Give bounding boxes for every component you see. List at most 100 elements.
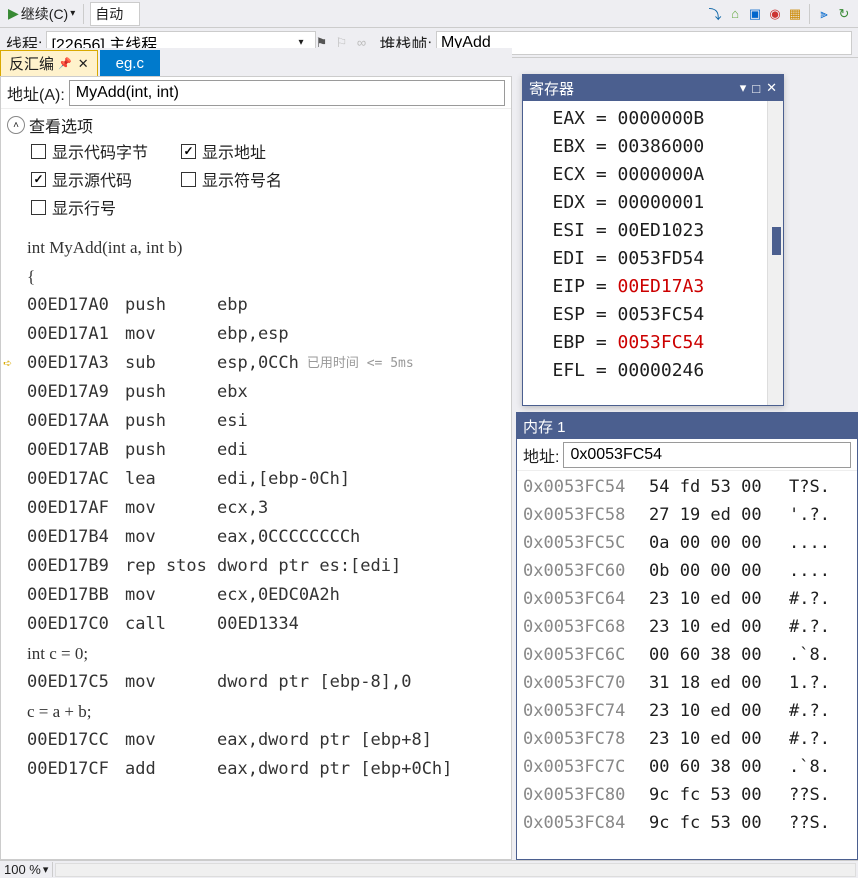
opt-show-source[interactable]: 显示源代码	[31, 167, 181, 191]
opt-show-address[interactable]: 显示地址	[181, 139, 331, 163]
memory-row[interactable]: 0x0053FC80 9c fc 53 00 ??S.	[523, 781, 851, 809]
memory-row[interactable]: 0x0053FC84 9c fc 53 00 ??S.	[523, 809, 851, 837]
memory-row[interactable]: 0x0053FC74 23 10 ed 00 #.?.	[523, 697, 851, 725]
memory-ascii: .`8.	[789, 753, 830, 781]
register-value: 0053FD54	[618, 248, 705, 269]
asm-line[interactable]: 00ED17C0call00ED1334	[1, 610, 511, 639]
auto-dropdown[interactable]: 自动	[90, 2, 140, 26]
memory-address-input[interactable]	[563, 442, 851, 468]
asm-address: 00ED17CF	[27, 755, 125, 784]
memory-row[interactable]: 0x0053FC70 31 18 ed 00 1.?.	[523, 669, 851, 697]
asm-address: 00ED17A3	[27, 349, 125, 378]
step-icon[interactable]: ⤵	[707, 6, 723, 22]
refresh-icon[interactable]: ↻	[836, 6, 852, 22]
asm-line[interactable]: 00ED17A0pushebp	[1, 291, 511, 320]
asm-line[interactable]: 00ED17CFaddeax,dword ptr [ebp+0Ch]	[1, 755, 511, 784]
scrollbar[interactable]	[767, 101, 783, 405]
asm-operands: edi,[ebp-0Ch]	[217, 465, 350, 494]
asm-opcode: sub	[125, 349, 217, 378]
asm-line[interactable]: 00ED17A1movebp,esp	[1, 320, 511, 349]
registers-body[interactable]: EAX = 0000000BEBX = 00386000ECX = 000000…	[523, 101, 783, 405]
asm-operands: ebp	[217, 291, 248, 320]
register-row[interactable]: EAX = 0000000B	[523, 105, 783, 133]
scrollbar-thumb[interactable]	[772, 227, 781, 255]
memory-address: 0x0053FC80	[523, 781, 649, 809]
memory-row[interactable]: 0x0053FC68 23 10 ed 00 #.?.	[523, 613, 851, 641]
asm-operands: dword ptr es:[edi]	[217, 552, 401, 581]
opt-show-symbol[interactable]: 显示符号名	[181, 167, 331, 191]
memory-row[interactable]: 0x0053FC7C 00 60 38 00 .`8.	[523, 753, 851, 781]
zoom-dropdown[interactable]: 100 % ▾	[0, 862, 53, 877]
asm-operands: esi	[217, 407, 248, 436]
memory-address: 0x0053FC5C	[523, 529, 649, 557]
register-row[interactable]: EFL = 00000246	[523, 357, 783, 385]
register-row[interactable]: EBX = 00386000	[523, 133, 783, 161]
disassembly-listing[interactable]: int MyAdd(int a, int b){00ED17A0pushebp0…	[1, 225, 511, 784]
register-row[interactable]: EDX = 00000001	[523, 189, 783, 217]
register-row[interactable]: ESP = 0053FC54	[523, 301, 783, 329]
memory-ascii: #.?.	[789, 725, 830, 753]
disasm-address-bar: 地址(A):	[1, 77, 511, 109]
register-row[interactable]: ESI = 00ED1023	[523, 217, 783, 245]
source-line: int MyAdd(int a, int b)	[1, 233, 511, 262]
asm-opcode: push	[125, 378, 217, 407]
asm-line[interactable]: 00ED17ABpushedi	[1, 436, 511, 465]
maximize-icon[interactable]: □	[752, 81, 760, 96]
breakpoints-icon[interactable]: ◉	[767, 6, 783, 22]
memory-row[interactable]: 0x0053FC6C 00 60 38 00 .`8.	[523, 641, 851, 669]
opt-show-lineno[interactable]: 显示行号	[31, 195, 181, 219]
asm-address: 00ED17C5	[27, 668, 125, 697]
asm-line[interactable]: 00ED17AFmovecx,3	[1, 494, 511, 523]
memory-titlebar[interactable]: 内存 1	[517, 413, 857, 439]
memory-hex: 0b 00 00 00	[649, 557, 789, 585]
asm-line[interactable]: 00ED17AApushesi	[1, 407, 511, 436]
home-icon[interactable]: ⌂	[727, 6, 743, 22]
asm-opcode: mov	[125, 494, 217, 523]
pin-icon[interactable]: 📌	[58, 57, 72, 70]
memory-row[interactable]: 0x0053FC78 23 10 ed 00 #.?.	[523, 725, 851, 753]
modules-icon[interactable]: ▦	[787, 6, 803, 22]
register-row[interactable]: EDI = 0053FD54	[523, 245, 783, 273]
memory-hex: 23 10 ed 00	[649, 725, 789, 753]
windows-icon[interactable]: ▣	[747, 6, 763, 22]
memory-row[interactable]: 0x0053FC54 54 fd 53 00 T?S.	[523, 473, 851, 501]
asm-line[interactable]: ➪00ED17A3subesp,0CCh已用时间 <= 5ms	[1, 349, 511, 378]
asm-line[interactable]: 00ED17A9pushebx	[1, 378, 511, 407]
register-name: EDX	[541, 189, 585, 217]
memory-address: 0x0053FC70	[523, 669, 649, 697]
tab-disassembly[interactable]: 反汇编 📌 ✕	[0, 50, 98, 76]
address-input[interactable]	[69, 80, 505, 106]
dropdown-icon[interactable]: ▾	[740, 80, 747, 96]
memory-row[interactable]: 0x0053FC60 0b 00 00 00 ....	[523, 557, 851, 585]
asm-line[interactable]: 00ED17ACleaedi,[ebp-0Ch]	[1, 465, 511, 494]
close-icon[interactable]: ✕	[766, 80, 777, 96]
register-name: EIP	[541, 273, 585, 301]
memory-row[interactable]: 0x0053FC64 23 10 ed 00 #.?.	[523, 585, 851, 613]
asm-operands: ecx,3	[217, 494, 268, 523]
asm-address: 00ED17BB	[27, 581, 125, 610]
asm-address: 00ED17CC	[27, 726, 125, 755]
horizontal-scrollbar[interactable]	[55, 863, 856, 877]
threads-icon[interactable]: ⫸	[816, 6, 832, 22]
asm-line[interactable]: 00ED17BBmovecx,0EDC0A2h	[1, 581, 511, 610]
register-row[interactable]: ECX = 0000000A	[523, 161, 783, 189]
asm-opcode: mov	[125, 523, 217, 552]
register-value: 00386000	[618, 136, 705, 157]
memory-address: 0x0053FC68	[523, 613, 649, 641]
asm-line[interactable]: 00ED17B4moveax,0CCCCCCCCh	[1, 523, 511, 552]
view-options-toggle[interactable]: ˄ 查看选项	[7, 113, 505, 137]
opt-show-code-bytes[interactable]: 显示代码字节	[31, 139, 181, 163]
asm-line[interactable]: 00ED17CCmoveax,dword ptr [ebp+8]	[1, 726, 511, 755]
continue-button[interactable]: ▶ 继续(C) ▾	[4, 2, 79, 26]
register-name: ESP	[541, 301, 585, 329]
memory-body[interactable]: 0x0053FC54 54 fd 53 00 T?S.0x0053FC58 27…	[517, 471, 857, 839]
close-icon[interactable]: ✕	[78, 56, 89, 72]
asm-line[interactable]: 00ED17B9rep stosdword ptr es:[edi]	[1, 552, 511, 581]
memory-row[interactable]: 0x0053FC58 27 19 ed 00 '.?.	[523, 501, 851, 529]
tab-file-egc[interactable]: eg.c	[100, 50, 160, 76]
asm-line[interactable]: 00ED17C5movdword ptr [ebp-8],0	[1, 668, 511, 697]
register-row[interactable]: EIP = 00ED17A3	[523, 273, 783, 301]
memory-row[interactable]: 0x0053FC5C 0a 00 00 00 ....	[523, 529, 851, 557]
register-row[interactable]: EBP = 0053FC54	[523, 329, 783, 357]
registers-titlebar[interactable]: 寄存器 ▾ □ ✕	[523, 75, 783, 101]
